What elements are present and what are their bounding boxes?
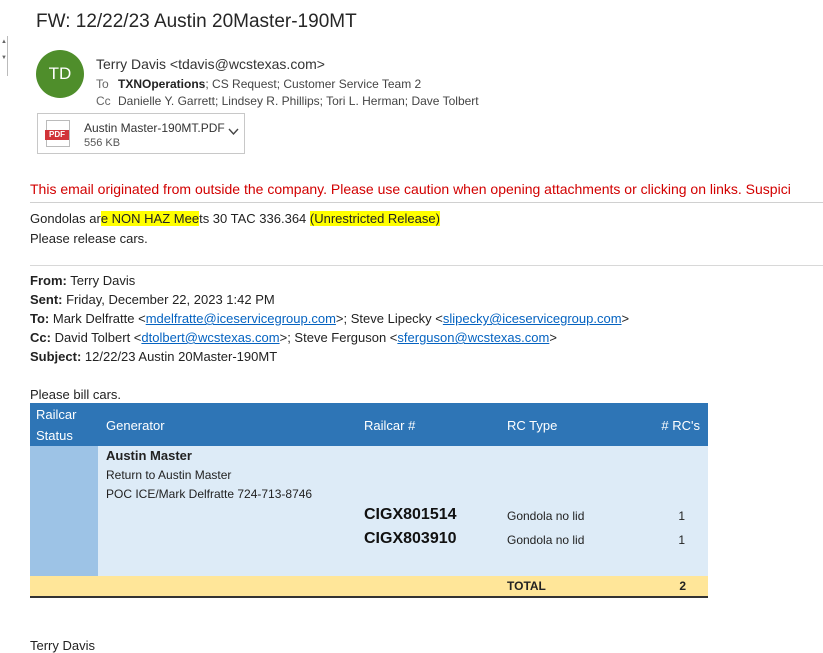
generator-name: Austin Master xyxy=(106,448,192,463)
bill-cars-line: Please bill cars. xyxy=(30,387,122,402)
th-railcar: Railcar # xyxy=(364,418,416,433)
fwd-subject: Subject: 12/22/23 Austin 20Master-190MT xyxy=(30,349,277,364)
email-subject: FW: 12/22/23 Austin 20Master-190MT xyxy=(36,11,357,32)
th-status-line-2: Status xyxy=(36,428,73,443)
cc-recipients-list[interactable]: Danielle Y. Garrett; Lindsey R. Phillips… xyxy=(118,94,479,108)
warning-divider xyxy=(30,202,823,203)
attachment-name: Austin Master-190MT.PDF xyxy=(84,121,225,135)
total-value: 2 xyxy=(679,579,686,593)
chevron-down-icon[interactable] xyxy=(228,125,239,139)
rc-count: 1 xyxy=(678,509,685,523)
attachment-size: 556 KB xyxy=(84,137,121,149)
cc-recipients: Cc Danielle Y. Garrett; Lindsey R. Philli… xyxy=(96,94,479,108)
total-row: TOTAL 2 xyxy=(30,576,708,598)
fwd-to-link-1[interactable]: mdelfratte@iceservicegroup.com xyxy=(146,311,336,326)
fwd-cc-text-3: > xyxy=(549,330,557,345)
fwd-subject-value: 12/22/23 Austin 20Master-190MT xyxy=(81,349,278,364)
scroll-down-icon[interactable]: ▼ xyxy=(1,54,7,62)
fwd-from-value: Terry Davis xyxy=(66,273,136,288)
fwd-sent-label: Sent: xyxy=(30,292,63,307)
railcar-table: Railcar Status Generator Railcar # RC Ty… xyxy=(30,403,708,598)
pdf-icon: PDF xyxy=(45,120,70,147)
sender-avatar[interactable]: TD xyxy=(36,50,84,98)
signature-name: Terry Davis xyxy=(30,638,96,653)
generator-line-2: Return to Austin Master xyxy=(106,468,232,482)
rc-type: Gondola no lid xyxy=(507,509,585,523)
rc-count: 1 xyxy=(678,533,685,547)
scroll-up-icon[interactable]: ▲ xyxy=(1,38,7,46)
body-line-1-highlight-2: (Unrestricted Release) xyxy=(309,211,440,226)
body-line-1-part-a: Gondolas ar xyxy=(30,211,101,226)
cc-label: Cc xyxy=(96,94,111,108)
total-label: TOTAL xyxy=(507,579,546,593)
avatar-initials: TD xyxy=(48,64,72,83)
table-header-row: Railcar Status Generator Railcar # RC Ty… xyxy=(30,403,708,446)
th-rc-type: RC Type xyxy=(507,418,558,433)
fwd-from-label: From: xyxy=(30,273,67,288)
to-label: To xyxy=(96,77,109,91)
generator-line-3: POC ICE/Mark Delfratte 724-713-8746 xyxy=(106,487,313,501)
fwd-to-text-2: >; Steve Lipecky < xyxy=(335,311,443,326)
fwd-cc-link-1[interactable]: dtolbert@wcstexas.com xyxy=(141,330,279,345)
to-recipients: To TXNOperations; CS Request; Customer Se… xyxy=(96,77,421,91)
left-pane-scrollbar[interactable]: ▲ ▼ xyxy=(0,36,8,76)
body-line-1-highlight-1: e NON HAZ Mee xyxy=(100,211,200,226)
fwd-cc-link-2[interactable]: sferguson@wcstexas.com xyxy=(397,330,549,345)
fwd-to: To: Mark Delfratte <mdelfratte@iceservic… xyxy=(30,311,629,326)
th-rc-count: # RC's xyxy=(661,418,700,433)
to-recipient-primary[interactable]: TXNOperations xyxy=(118,77,205,91)
fwd-sent-value: Friday, December 22, 2023 1:42 PM xyxy=(62,292,275,307)
fwd-cc-text-1: David Tolbert < xyxy=(50,330,142,345)
attachment-card[interactable]: PDF Austin Master-190MT.PDF 556 KB xyxy=(37,113,245,154)
railcar-number: CIGX801514 xyxy=(364,506,457,523)
th-generator: Generator xyxy=(106,418,165,433)
fwd-from: From: Terry Davis xyxy=(30,273,135,288)
fwd-to-text-1: Mark Delfratte < xyxy=(49,311,146,326)
pdf-icon-label: PDF xyxy=(45,130,69,140)
fwd-to-label: To: xyxy=(30,311,50,326)
fwd-to-text-3: > xyxy=(621,311,630,326)
fwd-cc-text-2: >; Steve Ferguson < xyxy=(279,330,398,345)
external-warning-banner: This email originated from outside the c… xyxy=(30,181,791,197)
rc-type: Gondola no lid xyxy=(507,533,585,547)
body-line-2: Please release cars. xyxy=(30,231,148,246)
body-line-1-part-c: ts 30 TAC 336.364 xyxy=(199,211,310,226)
to-recipients-rest[interactable]: ; CS Request; Customer Service Team 2 xyxy=(205,77,421,91)
railcar-number: CIGX803910 xyxy=(364,530,457,547)
railcar-status-cell xyxy=(30,446,98,576)
fwd-to-link-2[interactable]: slipecky@iceservicegroup.com xyxy=(443,311,622,326)
fwd-cc-label: Cc: xyxy=(30,330,51,345)
sender-line[interactable]: Terry Davis <tdavis@wcstexas.com> xyxy=(96,56,325,72)
fwd-cc: Cc: David Tolbert <dtolbert@wcstexas.com… xyxy=(30,330,557,345)
fwd-subject-label: Subject: xyxy=(30,349,82,364)
body-line-1: Gondolas are NON HAZ Meets 30 TAC 336.36… xyxy=(30,211,440,226)
fwd-sent: Sent: Friday, December 22, 2023 1:42 PM xyxy=(30,292,275,307)
forward-separator xyxy=(30,265,823,266)
th-status-line-1: Railcar xyxy=(36,407,77,422)
